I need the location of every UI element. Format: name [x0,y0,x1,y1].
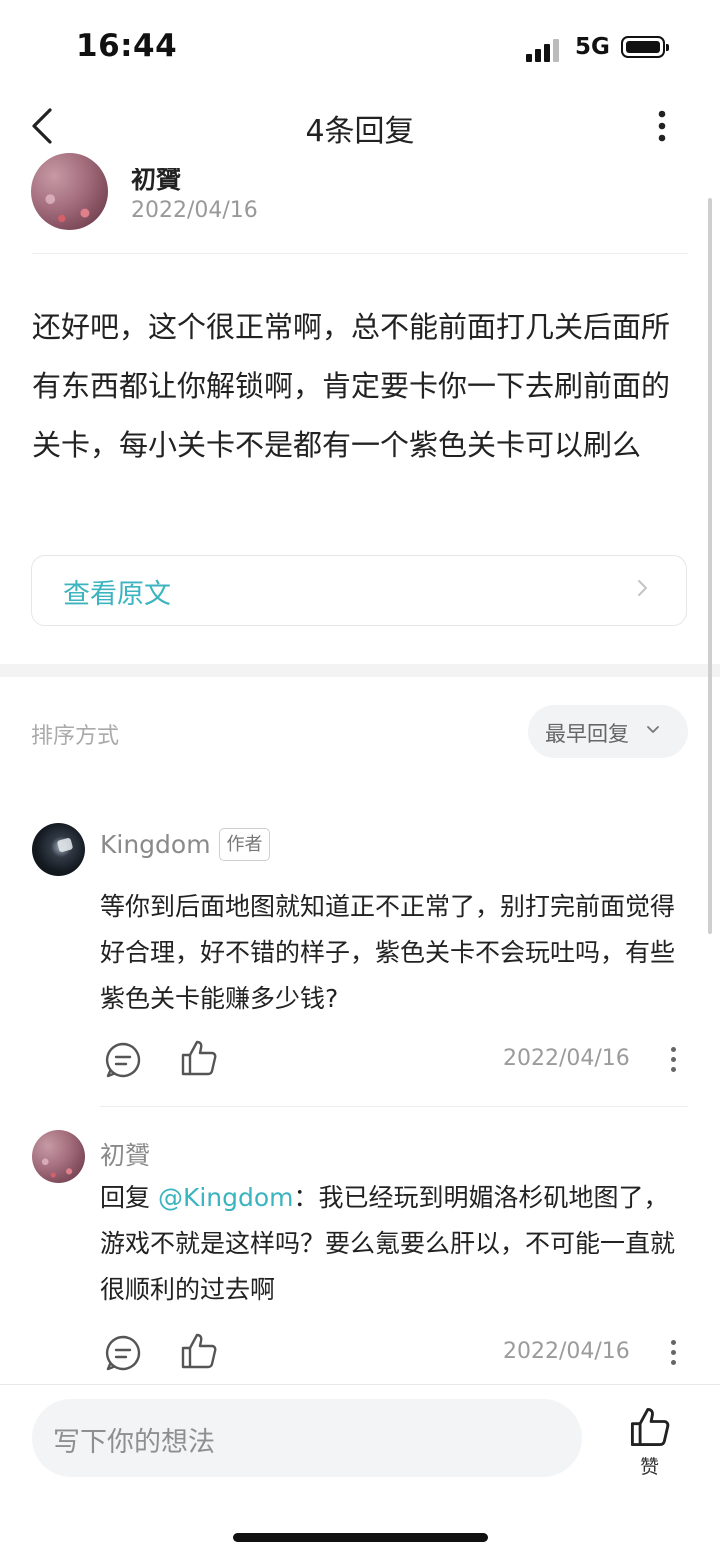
more-vertical-icon [658,110,666,142]
divider [0,1384,720,1385]
comment-icon [105,1042,141,1078]
page-title: 4条回复 [305,114,415,149]
like-label: 赞 [640,1456,660,1478]
like-post-button[interactable] [628,1405,672,1449]
like-button[interactable] [179,1331,219,1371]
reply-button[interactable] [103,1333,143,1373]
thumbs-up-icon [181,1333,217,1369]
sort-selected: 最早回复 [545,722,629,746]
reply-author-name[interactable]: Kingdom [100,830,211,859]
comment-icon [105,1335,141,1371]
comment-input[interactable]: 写下你的想法 [32,1399,582,1477]
chevron-down-icon [647,726,659,733]
network-type: 5G [575,34,610,60]
signal-icon [526,38,562,62]
reply-prefix: 回复 [100,1183,158,1212]
thumbs-up-icon [181,1040,217,1076]
like-button[interactable] [179,1038,219,1078]
status-time: 16:44 [76,28,178,64]
battery-icon [621,36,669,58]
post-content: 还好吧，这个很正常啊，总不能前面打几关后面所有东西都让你解锁啊，肯定要卡你一下去… [32,310,671,462]
post-author-name[interactable]: 初贇 [131,168,181,196]
post-date: 2022/04/16 [131,198,258,223]
sort-dropdown[interactable]: 最早回复 [528,705,688,758]
avatar[interactable] [32,1130,85,1183]
reply-more-button[interactable] [667,1338,681,1368]
reply-author-name[interactable]: 初贇 [100,1136,150,1172]
mention-link[interactable]: @Kingdom [158,1183,294,1212]
avatar[interactable] [32,823,85,876]
avatar[interactable] [31,153,108,230]
view-original-label: 查看原文 [63,579,171,610]
thumbs-up-icon [630,1407,670,1447]
scrollbar[interactable] [708,198,712,934]
comment-input-placeholder: 写下你的想法 [53,1427,215,1458]
divider [100,1106,688,1107]
divider [32,253,688,254]
reply-date: 2022/04/16 [503,1046,630,1071]
reply-content: 等你到后面地图就知道正不正常了，别打完前面觉得好合理，好不错的样子，紫色关卡不会… [100,892,676,1013]
sort-label: 排序方式 [31,724,120,749]
reply-more-button[interactable] [667,1045,681,1075]
chevron-right-icon [636,576,650,606]
more-options-button[interactable] [644,104,680,148]
home-indicator[interactable] [233,1533,488,1542]
section-separator [0,664,720,677]
author-badge: 作者 [219,828,270,861]
view-original-button[interactable]: 查看原文 [31,555,687,626]
reply-content: 回复 @Kingdom：我已经玩到明媚洛杉矶地图了，游戏不就是这样吗？要么氪要么… [100,1175,690,1313]
reply-date: 2022/04/16 [503,1339,630,1364]
reply-button[interactable] [103,1040,143,1080]
